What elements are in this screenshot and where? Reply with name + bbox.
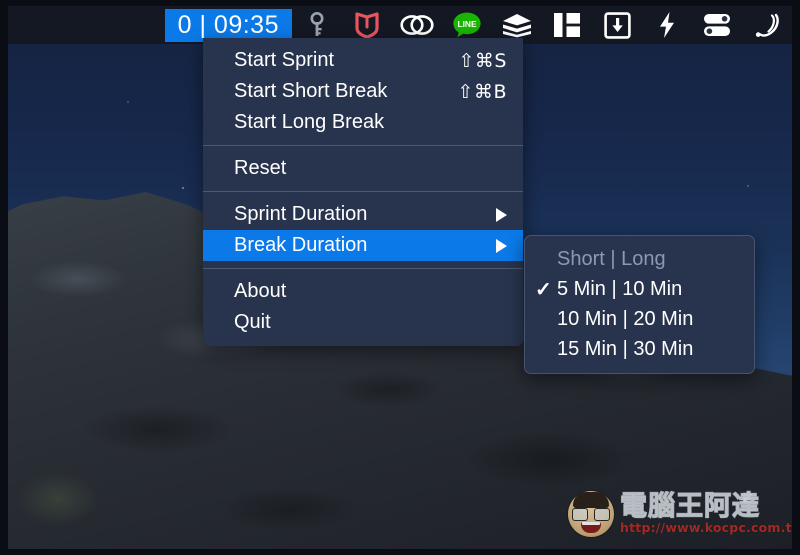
watermark-url: http://www.kocpc.com.tw bbox=[620, 520, 792, 536]
submenu-item-10-20[interactable]: 10 Min | 20 Min bbox=[525, 304, 754, 334]
menu-item-reset[interactable]: Reset bbox=[203, 153, 523, 184]
submenu-item-label: 10 Min | 20 Min bbox=[557, 307, 694, 330]
submenu-header-label: Short | Long bbox=[557, 247, 666, 270]
submenu-item-15-30[interactable]: 15 Min | 30 Min bbox=[525, 334, 754, 364]
menu-item-label: Break Duration bbox=[234, 234, 368, 256]
mouth-shape bbox=[581, 522, 601, 533]
menu-separator bbox=[203, 145, 523, 146]
menu-item-about[interactable]: About bbox=[203, 276, 523, 307]
chevron-right-icon bbox=[496, 238, 507, 253]
menu-item-start-short-break[interactable]: Start Short Break ⇧⌘B bbox=[203, 76, 523, 107]
watermark-text: ♛ 電腦王阿達 http://www.kocpc.com.tw bbox=[619, 490, 792, 536]
menu-item-label: Start Long Break bbox=[234, 111, 385, 133]
menu-item-shortcut: ⇧⌘B bbox=[457, 80, 507, 103]
site-watermark: ♛ 電腦王阿達 http://www.kocpc.com.tw bbox=[568, 484, 792, 544]
watermark-title: 電腦王阿達 bbox=[619, 491, 760, 523]
menu-item-label: Start Short Break bbox=[234, 80, 388, 102]
submenu-header: Short | Long bbox=[525, 244, 754, 274]
spring-icon[interactable] bbox=[742, 6, 792, 44]
checkmark-icon: ✓ bbox=[535, 278, 552, 301]
submenu-item-label: 5 Min | 10 Min bbox=[557, 277, 683, 300]
menu-item-quit[interactable]: Quit bbox=[203, 307, 523, 338]
submenu-item-5-10[interactable]: ✓ 5 Min | 10 Min bbox=[525, 274, 754, 304]
glasses-icon bbox=[572, 508, 610, 521]
menu-item-sprint-duration[interactable]: Sprint Duration bbox=[203, 199, 523, 230]
chevron-right-icon bbox=[496, 207, 507, 222]
toggles-icon[interactable] bbox=[692, 6, 742, 44]
download-icon[interactable] bbox=[592, 6, 642, 44]
menu-item-label: Reset bbox=[234, 157, 287, 179]
menu-item-shortcut: ⇧⌘S bbox=[458, 49, 507, 72]
menu-separator bbox=[203, 268, 523, 269]
menu-item-label: Quit bbox=[234, 311, 271, 333]
menu-item-start-sprint[interactable]: Start Sprint ⇧⌘S bbox=[203, 45, 523, 76]
menu-item-label: About bbox=[234, 280, 287, 302]
panels-icon[interactable] bbox=[542, 6, 592, 44]
pomodoro-timer-badge[interactable]: 0 | 09:35 bbox=[164, 8, 292, 42]
pomodoro-menu: Start Sprint ⇧⌘S Start Short Break ⇧⌘B S… bbox=[203, 38, 523, 346]
submenu-item-label: 15 Min | 30 Min bbox=[557, 337, 694, 360]
svg-text:LINE: LINE bbox=[457, 19, 476, 29]
screen: ♛ 電腦王阿達 http://www.kocpc.com.tw 0 | 09:3… bbox=[0, 0, 800, 555]
menu-separator bbox=[203, 191, 523, 192]
menubar-spacer bbox=[8, 6, 165, 44]
menu-item-start-long-break[interactable]: Start Long Break bbox=[203, 107, 523, 138]
break-duration-submenu: Short | Long ✓ 5 Min | 10 Min 10 Min | 2… bbox=[524, 235, 755, 374]
menu-item-break-duration[interactable]: Break Duration bbox=[203, 230, 523, 261]
crown-icon: ♛ bbox=[740, 490, 754, 508]
bolt-icon[interactable] bbox=[642, 6, 692, 44]
menu-item-label: Sprint Duration bbox=[234, 203, 368, 225]
menu-item-label: Start Sprint bbox=[234, 49, 335, 71]
mascot-face-icon bbox=[568, 491, 614, 537]
